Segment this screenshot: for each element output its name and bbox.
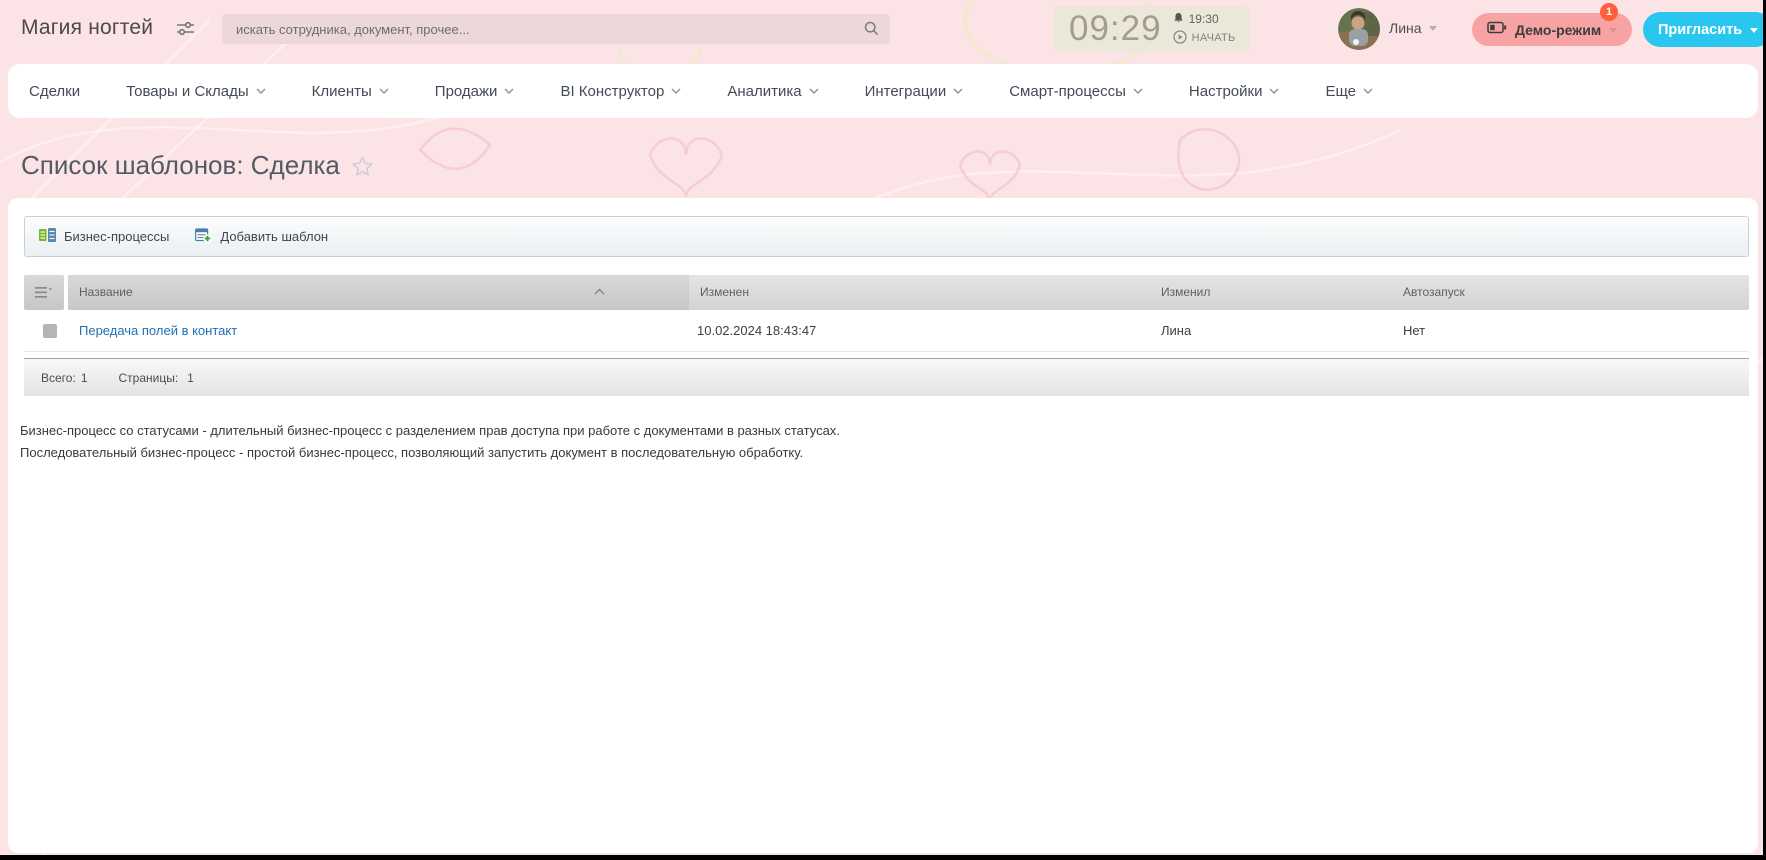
total-label: Всего:	[41, 370, 76, 385]
nav-item-settings[interactable]: Настройки	[1189, 83, 1280, 100]
business-process-icon	[39, 228, 56, 245]
nav-item-products[interactable]: Товары и Склады	[126, 83, 266, 100]
grid-header: Название Изменен Изменил Автозапуск	[24, 275, 1749, 310]
top-header: Магия ногтей 09:29	[0, 0, 1763, 58]
chevron-down-icon	[379, 88, 389, 94]
content-panel: Бизнес-процессы Добавить шаблон Название…	[8, 198, 1758, 853]
notification-badge: 1	[1600, 3, 1618, 21]
add-template-button[interactable]: Добавить шаблон	[195, 227, 328, 246]
grid-footer: Всего: 1 Страницы: 1	[24, 358, 1749, 396]
description-line-1: Бизнес-процесс со статусами - длительный…	[20, 423, 840, 438]
page-title-row: Список шаблонов: Сделка	[21, 150, 373, 181]
nav-item-sales[interactable]: Продажи	[435, 83, 515, 100]
hamburger-menu-icon	[35, 287, 53, 298]
add-template-icon	[195, 227, 213, 246]
chevron-down-icon	[1609, 27, 1618, 37]
battery-icon	[1487, 21, 1507, 39]
chevron-down-icon	[1363, 88, 1373, 94]
row-checkbox[interactable]	[43, 324, 57, 338]
start-play-icon	[1172, 29, 1187, 47]
template-link[interactable]: Передача полей в контакт	[79, 323, 237, 338]
alarm-bell-icon	[1173, 12, 1184, 27]
business-processes-button[interactable]: Бизнес-процессы	[39, 228, 169, 245]
chevron-down-icon	[504, 88, 515, 94]
table-row[interactable]: Передача полей в контакт 10.02.2024 18:4…	[24, 310, 1749, 352]
chevron-down-icon	[809, 88, 819, 94]
cell-modified: 10.02.2024 18:43:47	[697, 323, 817, 338]
worktime-widget[interactable]: 09:29 19:30 НАЧАТЬ	[1053, 6, 1250, 52]
chevron-down-icon	[1133, 88, 1143, 94]
nav-item-deals[interactable]: Сделки	[29, 83, 80, 100]
search-icon[interactable]	[864, 21, 879, 41]
column-header-modified[interactable]: Изменен	[689, 275, 1150, 310]
pages-value[interactable]: 1	[187, 371, 194, 385]
planned-end-time: 19:30	[1188, 12, 1219, 26]
nav-item-integrations[interactable]: Интеграции	[865, 83, 964, 100]
chevron-down-icon	[1750, 27, 1759, 37]
cell-modified-by: Лина	[1161, 323, 1192, 338]
grid-settings-button[interactable]	[24, 275, 64, 310]
demo-mode-label: Демо-режим	[1515, 21, 1602, 38]
user-menu[interactable]: Лина	[1389, 20, 1437, 36]
chevron-down-icon	[953, 88, 963, 94]
invite-button[interactable]: Пригласить	[1643, 12, 1763, 47]
chevron-down-icon	[1428, 26, 1437, 35]
column-header-name[interactable]: Название	[68, 275, 689, 310]
description-text: Бизнес-процесс со статусами - длительный…	[20, 420, 840, 464]
search-input[interactable]	[222, 14, 890, 44]
pages-label: Страницы:	[118, 370, 179, 385]
cell-autorun: Нет	[1403, 323, 1426, 338]
nav-item-more[interactable]: Еще	[1325, 83, 1373, 100]
start-workday-button[interactable]: НАЧАТЬ	[1192, 32, 1236, 44]
app-window: Магия ногтей 09:29	[0, 0, 1763, 855]
main-menu: Сделки Товары и Склады Клиенты Продажи B…	[8, 64, 1758, 118]
favorite-star-icon[interactable]	[351, 155, 373, 176]
company-logo[interactable]: Магия ногтей	[21, 16, 153, 40]
user-name: Лина	[1389, 20, 1422, 36]
nav-item-analytics[interactable]: Аналитика	[727, 83, 819, 100]
column-header-modified-by[interactable]: Изменил	[1150, 275, 1390, 310]
sort-asc-icon	[594, 288, 605, 295]
nav-item-smart-processes[interactable]: Смарт-процессы	[1009, 83, 1143, 100]
nav-item-clients[interactable]: Клиенты	[312, 83, 389, 100]
toolbar: Бизнес-процессы Добавить шаблон	[24, 216, 1749, 257]
invite-label: Пригласить	[1658, 21, 1743, 38]
nav-item-bi-constructor[interactable]: BI Конструктор	[560, 83, 681, 100]
description-line-2: Последовательный бизнес-процесс - просто…	[20, 445, 804, 460]
user-avatar[interactable]	[1338, 8, 1380, 50]
logo-settings-icon[interactable]	[176, 21, 195, 41]
chevron-down-icon	[256, 88, 266, 94]
chevron-down-icon	[1269, 88, 1280, 94]
page-title: Список шаблонов: Сделка	[21, 150, 340, 180]
global-search	[222, 14, 890, 44]
chevron-down-icon	[671, 88, 681, 94]
column-header-autorun[interactable]: Автозапуск	[1390, 275, 1749, 310]
clock-time: 09:29	[1069, 9, 1162, 48]
total-value: 1	[80, 370, 88, 385]
